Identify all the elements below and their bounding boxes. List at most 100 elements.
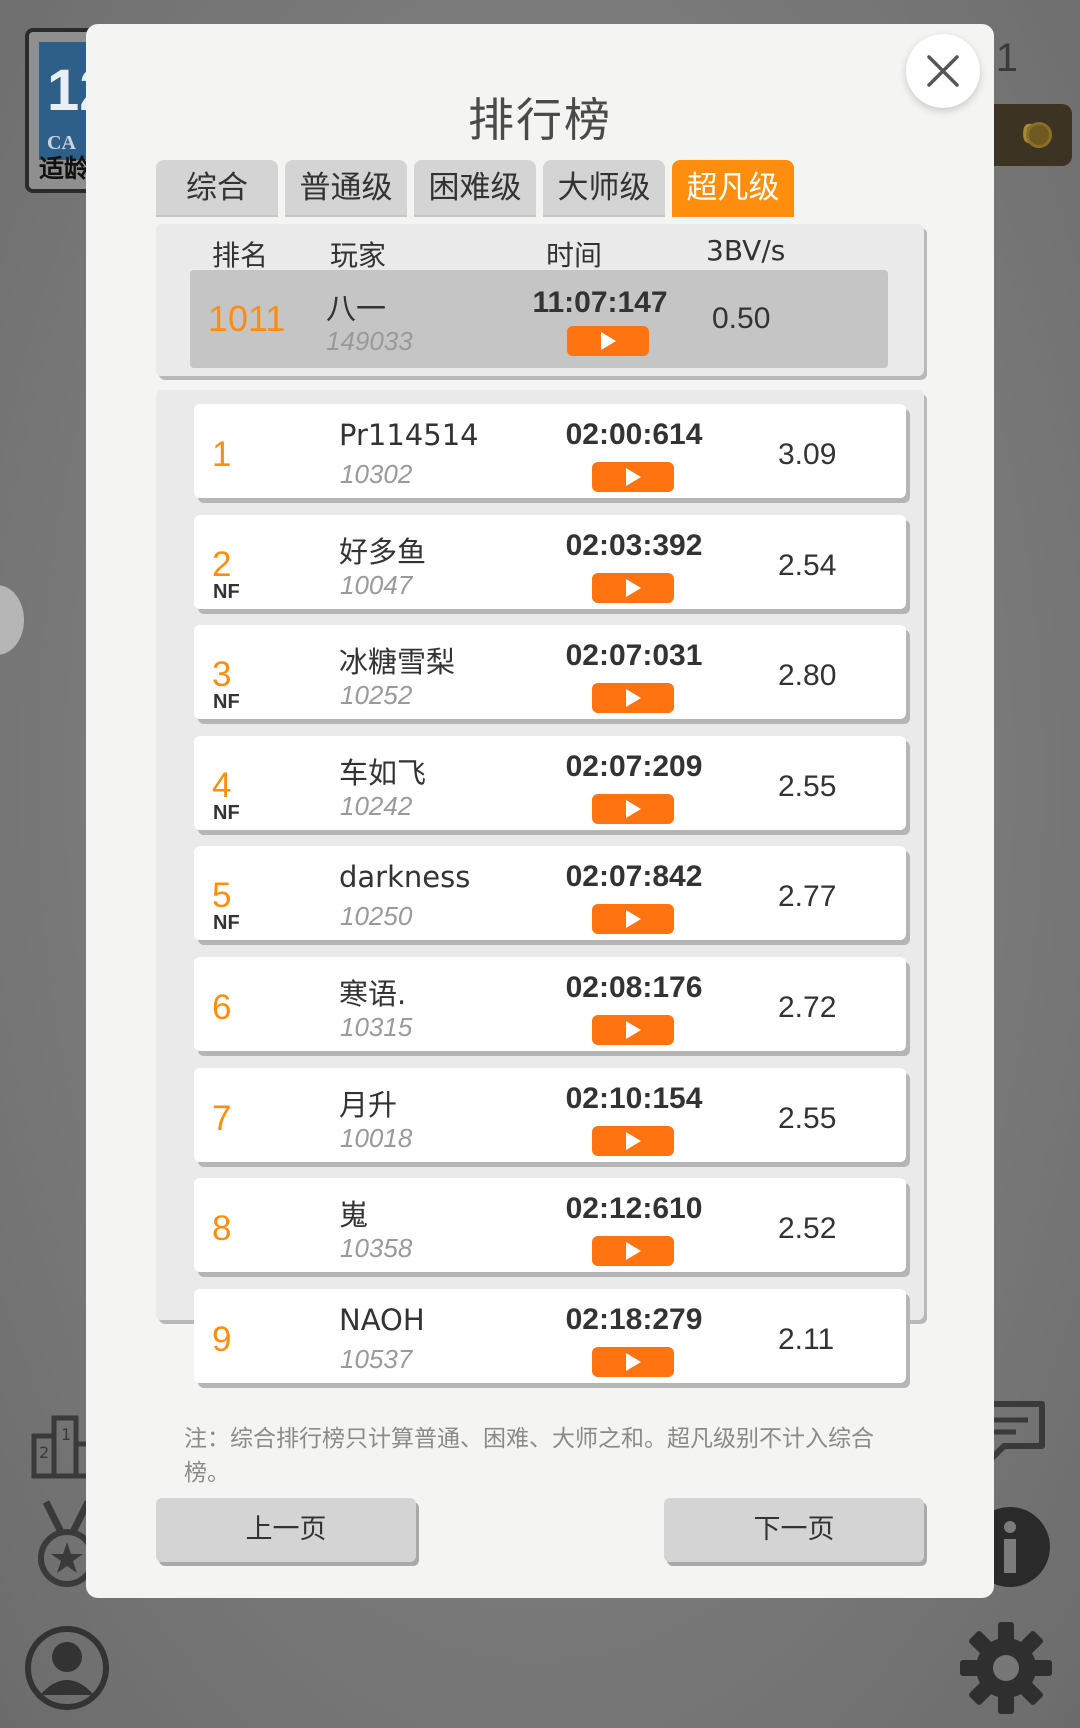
row-replay-button[interactable] — [592, 1014, 674, 1045]
row-rank: 9 — [212, 1319, 232, 1359]
leaderboard-note: 注：综合排行榜只计算普通、困难、大师之和。超凡级别不计入综合榜。 — [184, 1426, 874, 1486]
row-player-id: 10047 — [340, 569, 413, 600]
row-time: 02:18:279 — [565, 1302, 703, 1336]
row-replay-button[interactable] — [592, 1346, 674, 1377]
table-row[interactable]: 3 NF 冰糖雪梨 10252 02:07:031 2.80 — [194, 625, 906, 720]
table-row[interactable]: 6 寒语. 10315 02:08:176 2.72 — [194, 956, 906, 1051]
row-player-name: Pr114514 — [339, 418, 479, 452]
play-icon — [626, 910, 641, 929]
gear-icon[interactable] — [958, 1620, 1054, 1716]
svg-text:1: 1 — [61, 1425, 71, 1444]
row-time: 02:07:031 — [565, 639, 703, 673]
my-rank-panel: 排名 玩家 时间 3BV/s 1011 八一 149033 11:07:147 … — [156, 224, 924, 376]
my-time: 11:07:147 — [532, 286, 668, 319]
header-rank: 排名 — [212, 239, 269, 272]
row-replay-button[interactable] — [592, 683, 674, 714]
row-bv: 3.09 — [778, 438, 837, 471]
row-player-id: 10302 — [340, 459, 413, 489]
row-replay-button[interactable] — [592, 904, 674, 935]
tab-master[interactable]: 大师级 — [543, 160, 665, 217]
row-bv: 2.55 — [778, 1101, 837, 1135]
table-row[interactable]: 1 Pr114514 10302 02:00:614 3.09 — [194, 404, 906, 498]
row-replay-button[interactable] — [592, 572, 674, 603]
side-handle — [0, 585, 24, 655]
row-replay-button[interactable] — [592, 1125, 674, 1156]
row-bv: 2.55 — [778, 769, 837, 803]
column-headers: 排名 玩家 时间 3BV/s — [156, 234, 924, 272]
table-row[interactable]: 7 月升 10018 02:10:154 2.55 — [194, 1067, 906, 1162]
row-replay-button[interactable] — [592, 462, 674, 492]
row-time: 02:08:176 — [565, 970, 703, 1004]
row-nf-badge: NF — [213, 912, 240, 935]
table-row[interactable]: 5 NF darkness 10250 02:07:842 2.77 — [194, 846, 906, 941]
row-bv: 2.11 — [778, 1322, 835, 1356]
row-rank: 2 — [212, 544, 232, 584]
row-nf-badge: NF — [213, 801, 240, 824]
leaderboard-rows: 1 Pr114514 10302 02:00:614 3.09 2 NF 好多鱼 10047 02… — [194, 404, 906, 1399]
table-row[interactable]: 9 NAOH 10537 02:18:279 2.11 — [194, 1288, 906, 1383]
row-player-name: 冰糖雪梨 — [339, 645, 456, 680]
row-player-name: 寒语. — [339, 976, 407, 1011]
header-bv: 3BV/s — [706, 234, 786, 267]
row-time: 02:07:209 — [565, 749, 703, 783]
row-player-id: 10358 — [340, 1233, 413, 1264]
row-bv: 2.80 — [778, 659, 837, 693]
bg-counter: 1 — [995, 36, 1018, 80]
play-icon — [626, 578, 641, 597]
row-replay-button[interactable] — [592, 793, 674, 824]
play-icon — [601, 332, 616, 350]
row-time: 02:00:614 — [565, 418, 703, 451]
difficulty-tabs: 综合 普通级 困难级 大师级 超凡级 — [156, 160, 794, 217]
coin-icon — [1026, 122, 1052, 148]
play-icon — [626, 468, 641, 486]
row-time: 02:03:392 — [565, 528, 703, 562]
tab-extraordinary[interactable]: 超凡级 — [672, 160, 794, 217]
close-icon — [927, 55, 959, 87]
svg-text:2: 2 — [39, 1443, 49, 1462]
play-icon — [626, 1352, 641, 1371]
row-rank: 8 — [212, 1209, 232, 1249]
row-nf-badge: NF — [213, 580, 240, 603]
row-player-name: 好多鱼 — [339, 534, 427, 569]
my-name: 八一 — [326, 292, 386, 327]
row-replay-button[interactable] — [592, 1236, 674, 1267]
table-row[interactable]: 4 NF 车如飞 10242 02:07:209 2.55 — [194, 735, 906, 830]
row-player-id: 10252 — [340, 680, 413, 711]
row-player-id: 10250 — [340, 901, 413, 932]
prev-page-button[interactable]: 上一页 — [156, 1498, 416, 1562]
play-icon — [626, 799, 641, 818]
row-player-id: 10242 — [340, 790, 413, 821]
row-player-id: 10018 — [340, 1122, 413, 1153]
row-nf-badge: NF — [213, 691, 240, 714]
row-time: 02:10:154 — [565, 1081, 703, 1115]
table-row[interactable]: 2 NF 好多鱼 10047 02:03:392 2.54 — [194, 514, 906, 609]
table-row[interactable]: 8 嵬 10358 02:12:610 2.52 — [194, 1178, 906, 1273]
age-rating-label: 适龄 — [39, 154, 90, 183]
row-bv: 2.72 — [778, 990, 837, 1024]
row-rank: 6 — [212, 987, 232, 1027]
header-player: 玩家 — [330, 239, 387, 272]
leaderboard-list[interactable]: 1 Pr114514 10302 02:00:614 3.09 2 NF 好多鱼 10047 02… — [156, 390, 924, 1383]
my-id: 149033 — [326, 326, 413, 356]
row-rank: 4 — [212, 765, 232, 805]
tab-hard[interactable]: 困难级 — [414, 160, 536, 217]
play-icon — [626, 1020, 641, 1039]
my-replay-button[interactable] — [567, 326, 649, 356]
my-bv: 0.50 — [712, 302, 771, 335]
header-time: 时间 — [546, 239, 603, 272]
next-page-button[interactable]: 下一页 — [664, 1498, 924, 1562]
leaderboard-dialog: 排行榜 综合 普通级 困难级 大师级 超凡级 排名 玩家 时间 3BV/s 10… — [86, 24, 994, 1598]
row-rank: 7 — [212, 1098, 232, 1138]
row-player-name: 月升 — [339, 1087, 398, 1122]
play-icon — [626, 1131, 641, 1150]
close-button[interactable] — [906, 34, 980, 108]
row-bv: 2.52 — [778, 1212, 837, 1246]
row-player-name: 嵬 — [339, 1198, 369, 1233]
row-time: 02:07:842 — [565, 860, 703, 894]
my-rank-row: 1011 八一 149033 11:07:147 0.50 — [190, 270, 888, 368]
tab-normal[interactable]: 普通级 — [285, 160, 407, 217]
user-icon[interactable] — [24, 1625, 110, 1711]
play-icon — [626, 1242, 641, 1261]
row-rank: 3 — [212, 655, 232, 695]
tab-overall[interactable]: 综合 — [156, 160, 278, 217]
